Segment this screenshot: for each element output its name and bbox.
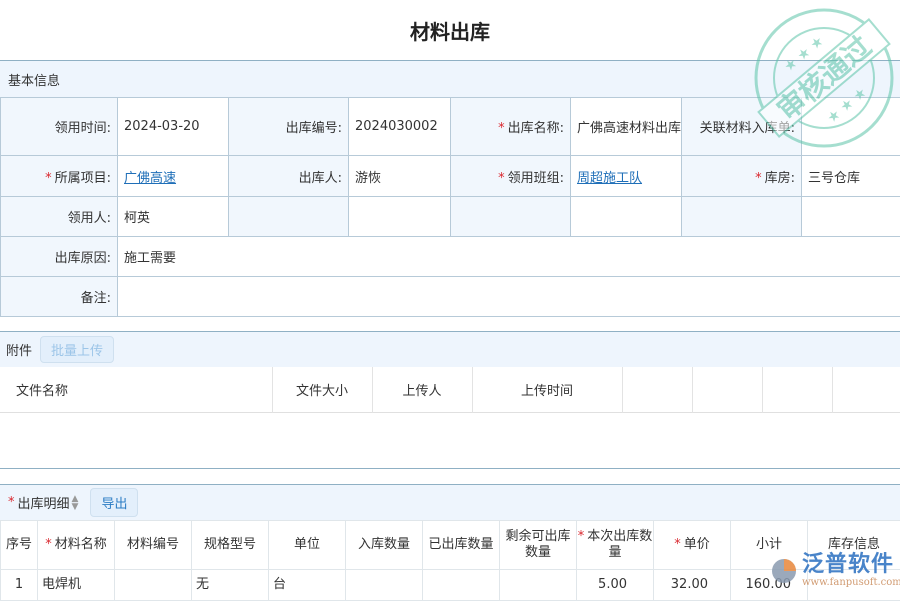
code-field[interactable]: 2024030002	[349, 98, 451, 156]
attachments-header: 附件 批量上传	[0, 331, 900, 367]
col-price: *单价	[654, 521, 731, 570]
label-remark: 备注:	[1, 277, 118, 317]
warehouse-field[interactable]: 三号仓库	[802, 156, 900, 197]
cell-material-name[interactable]: 电焊机	[38, 570, 115, 601]
sort-icon[interactable]: ▲▼	[72, 495, 79, 511]
col-uploader: 上传人	[372, 367, 472, 412]
col-file-size: 文件大小	[272, 367, 372, 412]
cell-spec[interactable]: 无	[192, 570, 269, 601]
col-upload-time: 上传时间	[472, 367, 622, 412]
section-title: 出库明细	[18, 493, 70, 512]
col-unit: 单位	[269, 521, 346, 570]
cell-this-qty[interactable]: 5.00	[577, 570, 654, 601]
team-link[interactable]: 周超施工队	[577, 171, 642, 186]
label-time: 领用时间:	[1, 98, 118, 156]
details-table: 序号 *材料名称 材料编号 规格型号 单位 入库数量 已出库数量 剩余可出库数量…	[0, 520, 900, 601]
cell-material-code[interactable]	[115, 570, 192, 601]
section-title: 基本信息	[8, 70, 60, 89]
details-header-row: 序号 *材料名称 材料编号 规格型号 单位 入库数量 已出库数量 剩余可出库数量…	[1, 521, 900, 570]
cell-price[interactable]: 32.00	[654, 570, 731, 601]
cell-in-qty	[346, 570, 423, 601]
col-out-qty: 已出库数量	[423, 521, 500, 570]
label-project: *所属项目:	[1, 156, 118, 197]
label-receiver: 领用人:	[1, 197, 118, 237]
logo-url: www.fanpusoft.com	[802, 577, 900, 588]
receiver-field[interactable]: 柯英	[118, 197, 229, 237]
approved-stamp-icon: 审核通过 ★ ★ ★ ★ ★ ★	[752, 6, 896, 150]
label-team: *领用班组:	[451, 156, 571, 197]
logo-name: 泛普软件	[802, 553, 900, 577]
attachments-table: 文件名称 文件大小 上传人 上传时间	[0, 367, 900, 413]
col-material-name: *材料名称	[38, 521, 115, 570]
col-index: 序号	[1, 521, 38, 570]
time-field[interactable]: 2024-03-20	[118, 98, 229, 156]
table-row[interactable]: 1 电焊机 无 台 5.00 32.00 160.00	[1, 570, 900, 601]
logo-icon	[770, 557, 798, 585]
label-reason: 出库原因:	[1, 237, 118, 277]
cell-remaining-qty	[500, 570, 577, 601]
label-warehouse: *库房:	[682, 156, 802, 197]
col-material-code: 材料编号	[115, 521, 192, 570]
batch-upload-button[interactable]: 批量上传	[40, 336, 114, 363]
remark-field[interactable]	[118, 277, 900, 317]
fanpu-logo: 泛普软件 www.fanpusoft.com	[770, 553, 900, 588]
reason-field[interactable]: 施工需要	[118, 237, 900, 277]
cell-unit[interactable]: 台	[269, 570, 346, 601]
label-person: 出库人:	[229, 156, 349, 197]
col-file-name: 文件名称	[0, 367, 272, 412]
col-remaining-qty: 剩余可出库数量	[500, 521, 577, 570]
cell-out-qty	[423, 570, 500, 601]
col-in-qty: 入库数量	[346, 521, 423, 570]
project-link[interactable]: 广佛高速	[124, 171, 176, 186]
col-spec: 规格型号	[192, 521, 269, 570]
col-this-qty: *本次出库数量	[577, 521, 654, 570]
person-field[interactable]: 游恢	[349, 156, 451, 197]
label-name: *出库名称:	[451, 98, 571, 156]
details-header: *出库明细 ▲▼ 导出	[0, 484, 900, 520]
cell-index: 1	[1, 570, 38, 601]
export-button[interactable]: 导出	[90, 488, 138, 517]
name-field[interactable]: 广佛高速材料出库	[571, 98, 682, 156]
label-code: 出库编号:	[229, 98, 349, 156]
section-title: 附件	[6, 340, 32, 359]
